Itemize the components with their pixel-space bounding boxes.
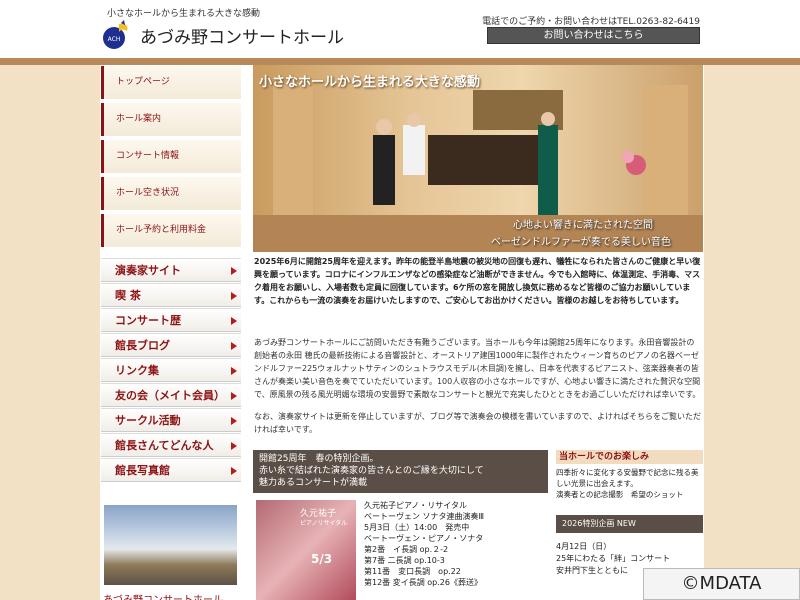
blog-notice: なお、演奏家サイトは更新を停止していますが、ブログ等で演奏会の模様を書いています… [254, 412, 702, 434]
hero-image: 小さなホールから生まれる大きな感動 心地よい響きに満たされた空間 ベーゼンドルフ… [253, 65, 703, 252]
link-links[interactable]: リンク集 [101, 358, 241, 382]
special-event-date: 4月12日（日） [556, 542, 612, 551]
link-label: 演奏家サイト [115, 264, 181, 277]
link-label: コンサート歴 [115, 314, 181, 327]
arrow-right-icon [231, 267, 237, 275]
event-piece: 第7番 二長調 op.10-3 [364, 556, 445, 565]
event-details: 久元祐子ピアノ・リサイタル ベートーヴェン ソナタ連曲演奏Ⅲ 5月3日（土）14… [364, 500, 548, 588]
nav-item-availability[interactable]: ホール空き状況 [101, 177, 241, 210]
sub-links: 演奏家サイト 喫 茶 コンサート歴 館長ブログ リンク集 友の会（メイト会員） … [101, 258, 241, 483]
link-label: 館長ブログ [115, 339, 170, 352]
event-piece: 第11番 変口長調 op.22 [364, 567, 461, 576]
arrow-right-icon [231, 442, 237, 450]
contact-button[interactable]: お問い合わせはこちら [487, 27, 700, 44]
site-tagline: 小さなホールから生まれる大きな感動 [107, 9, 261, 19]
feature-line-3: 魅力あるコンサートが満載 [259, 478, 368, 488]
link-about-director[interactable]: 館長さんてどんな人 [101, 433, 241, 457]
right-background [704, 65, 800, 600]
enjoyment-description: 四季折々に変化する安曇野で記念に残る美しい光景に出会えます。 [556, 468, 699, 488]
left-background [0, 65, 100, 600]
link-label: 館長写真館 [115, 464, 170, 477]
arrow-right-icon [231, 417, 237, 425]
hero-title: 小さなホールから生まれる大きな感動 [259, 75, 481, 90]
hall-exterior-photo[interactable] [104, 505, 237, 585]
link-label: リンク集 [115, 364, 159, 377]
flyer-subtitle: ピアノリサイタル [300, 520, 348, 527]
special-event-heading[interactable]: 2026特別企画 NEW [556, 515, 703, 533]
nav-item-top[interactable]: トップページ [101, 66, 241, 99]
hero-caption-piano: ベーゼンドルファーが奏でる美しい音色 [491, 237, 671, 248]
arrow-right-icon [231, 317, 237, 325]
link-label: 喫 茶 [115, 289, 141, 302]
header-divider [0, 58, 800, 65]
flyer-date: 5/3 [311, 552, 333, 566]
anniversary-notice: 2025年6月に開館25周年を迎えます。昨年の能登半島地震の被災地の回復も遅れ、… [254, 257, 701, 305]
event-date: 5月3日（土）14:00 発売中 [364, 523, 470, 532]
nav-item-reservation[interactable]: ホール予約と利用料金 [101, 214, 241, 247]
welcome-text: あづみ野コンサートホールにご訪問いただき有難うございます。当ホールも今年は開館2… [254, 338, 701, 399]
event-piece: 第12番 変イ長調 op.26《葬送》 [364, 578, 482, 587]
link-photo-gallery[interactable]: 館長写真館 [101, 458, 241, 482]
link-performer-site[interactable]: 演奏家サイト [101, 258, 241, 282]
enjoyment-heading: 当ホールでのお楽しみ [556, 450, 703, 464]
nav-item-concert-info[interactable]: コンサート情報 [101, 140, 241, 173]
logo-text: ACH [108, 36, 121, 43]
site-title[interactable]: あづみ野コンサートホール [140, 23, 344, 48]
arrow-right-icon [231, 392, 237, 400]
enjoyment-text: 四季折々に変化する安曇野で記念に残る美しい光景に出会えます。 演奏者との記念撮影… [556, 467, 703, 500]
link-label: 友の会（メイト会員） [115, 389, 225, 402]
feature-line-1: 開館25周年 春の特別企画。 [259, 454, 379, 464]
site-header: 小さなホールから生まれる大きな感動 ACH あづみ野コンサートホール 電話でのご… [0, 0, 800, 58]
event-series: ベートーヴェン ソナタ連曲演奏Ⅲ [364, 512, 485, 521]
copyright-watermark: ©MDATA [643, 568, 800, 600]
link-label: サークル活動 [115, 414, 181, 427]
enjoyment-photo-note: 演奏者との記念撮影 希望のショット [556, 490, 684, 499]
event-program: ベートーヴェン・ピアノ・ソナタ [364, 534, 484, 543]
link-friends-club[interactable]: 友の会（メイト会員） [101, 383, 241, 407]
arrow-right-icon [231, 342, 237, 350]
arrow-right-icon [231, 467, 237, 475]
feature-banner: 開館25周年 春の特別企画。 赤い糸で結ばれた演奏家の皆さんとのご縁を大切にして… [253, 450, 548, 493]
feature-line-2: 赤い糸で結ばれた演奏家の皆さんとのご縁を大切にして [259, 466, 484, 476]
event-flyer-image[interactable]: 久元祐子 ピアノリサイタル 5/3 [256, 500, 356, 600]
nav-item-hall-guide[interactable]: ホール案内 [101, 103, 241, 136]
link-concert-history[interactable]: コンサート歴 [101, 308, 241, 332]
hero-caption-space: 心地よい響きに満たされた空間 [513, 220, 653, 231]
event-piece: 第2番 イ長調 op.２-2 [364, 545, 449, 554]
hall-logo-icon[interactable]: ACH [101, 20, 131, 50]
link-label: 館長さんてどんな人 [115, 439, 214, 452]
main-navigation: トップページ ホール案内 コンサート情報 ホール空き状況 ホール予約と利用料金 [101, 66, 241, 251]
event-title[interactable]: 久元祐子ピアノ・リサイタル [364, 500, 548, 511]
arrow-right-icon [231, 292, 237, 300]
link-circle-activities[interactable]: サークル活動 [101, 408, 241, 432]
arrow-right-icon [231, 367, 237, 375]
telephone-text: 電話でのご予約・お問い合わせはTEL.0263-82-6419 [482, 17, 700, 27]
special-event-title[interactable]: 25年にわたる「絆」コンサート [556, 553, 703, 565]
link-director-blog[interactable]: 館長ブログ [101, 333, 241, 357]
link-cafe[interactable]: 喫 茶 [101, 283, 241, 307]
hall-photo-caption[interactable]: あづみ野コンサートホール [103, 591, 223, 600]
